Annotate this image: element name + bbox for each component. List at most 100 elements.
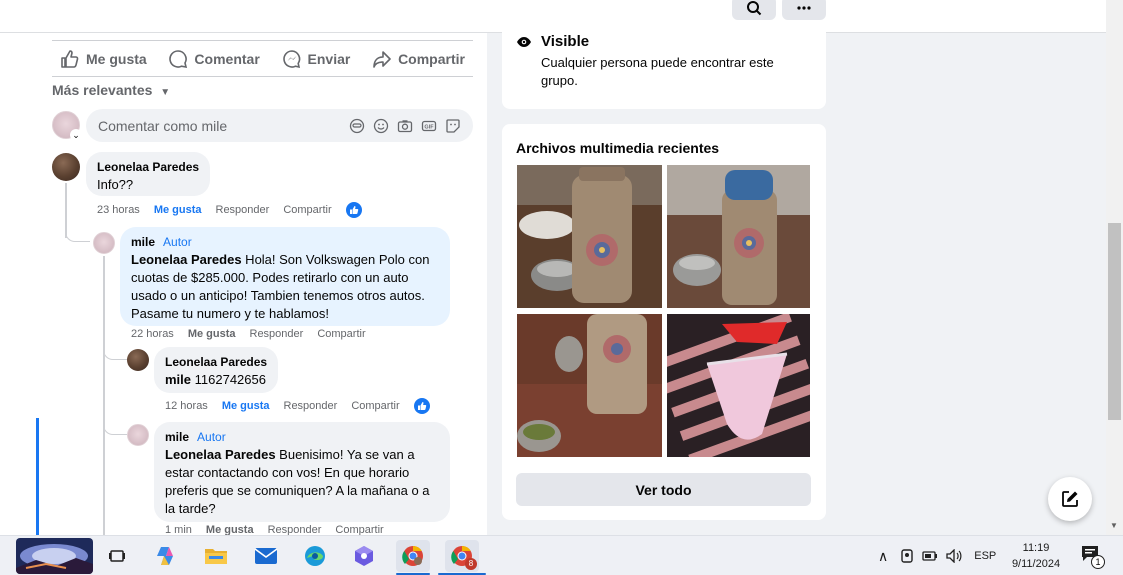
comment-author[interactable]: mile Autor bbox=[131, 233, 439, 251]
comment-share-button[interactable]: Compartir bbox=[335, 524, 383, 535]
task-view-icon[interactable] bbox=[100, 540, 134, 572]
scroll-down-arrow-icon[interactable]: ▼ bbox=[1110, 521, 1118, 530]
clock[interactable]: 11:19 9/11/2024 bbox=[1005, 540, 1067, 572]
comment-like-button[interactable]: Me gusta bbox=[206, 524, 254, 535]
like-button[interactable]: Me gusta bbox=[60, 49, 147, 69]
ellipsis-icon bbox=[797, 6, 811, 10]
copilot-icon[interactable] bbox=[150, 540, 184, 572]
comment-time[interactable]: 23 horas bbox=[97, 204, 140, 216]
comment-bubble: mile Autor Leonelaa Paredes Hola! Son Vo… bbox=[120, 227, 450, 326]
media-thumbnail[interactable] bbox=[517, 314, 662, 457]
like-reaction-icon[interactable] bbox=[413, 398, 430, 414]
camera-icon[interactable] bbox=[397, 118, 413, 134]
battery-icon[interactable] bbox=[922, 550, 938, 562]
avatar[interactable] bbox=[93, 232, 115, 254]
show-hidden-icons-icon[interactable]: ∧ bbox=[878, 548, 888, 565]
comment-author[interactable]: Leonelaa Paredes bbox=[97, 158, 199, 176]
thread-line bbox=[103, 256, 105, 535]
comment-like-button[interactable]: Me gusta bbox=[154, 204, 202, 216]
comment-share-button[interactable]: Compartir bbox=[317, 328, 365, 340]
comment-like-button[interactable]: Me gusta bbox=[188, 328, 236, 340]
volume-icon[interactable] bbox=[946, 549, 962, 563]
media-title: Archivos multimedia recientes bbox=[516, 140, 720, 156]
comment-placeholder: Comentar como mile bbox=[98, 117, 228, 134]
more-options-button[interactable] bbox=[782, 0, 826, 20]
chevron-down-icon[interactable]: ⌄ bbox=[70, 129, 82, 141]
comment-bubble: mile Autor Leonelaa Paredes Buenisimo! Y… bbox=[154, 422, 450, 522]
thread-line bbox=[65, 183, 67, 238]
media-thumbnail[interactable] bbox=[667, 165, 810, 308]
mention-link[interactable]: Leonelaa Paredes bbox=[131, 252, 242, 267]
comment-button[interactable]: Comentar bbox=[168, 49, 260, 69]
media-thumbnail[interactable] bbox=[667, 314, 810, 457]
chrome-profile-icon[interactable] bbox=[396, 540, 430, 572]
comment-share-button[interactable]: Compartir bbox=[351, 400, 399, 412]
presence-icon[interactable] bbox=[900, 548, 914, 564]
comment-reply-button[interactable]: Responder bbox=[250, 328, 304, 340]
comment-author[interactable]: mile Autor bbox=[165, 428, 439, 446]
eye-icon bbox=[517, 37, 531, 47]
comment-like-button[interactable]: Me gusta bbox=[222, 400, 270, 412]
file-explorer-icon[interactable] bbox=[199, 540, 233, 572]
language-indicator[interactable]: ESP bbox=[974, 550, 996, 562]
avatar[interactable] bbox=[52, 153, 80, 181]
share-label: Compartir bbox=[398, 50, 465, 67]
avatar-sticker-icon[interactable] bbox=[349, 118, 365, 134]
comment-label: Comentar bbox=[194, 50, 260, 67]
send-button[interactable]: Enviar bbox=[282, 49, 351, 69]
clock-time: 11:19 bbox=[1022, 542, 1050, 554]
thread-connector bbox=[65, 231, 90, 242]
avatar[interactable] bbox=[127, 349, 149, 371]
comment-sort-dropdown[interactable]: Más relevantes ▼ bbox=[52, 82, 170, 98]
comment-share-button[interactable]: Compartir bbox=[283, 204, 331, 216]
post-action-bar: Me gusta Comentar Enviar Compartir bbox=[52, 40, 473, 77]
comment-input[interactable]: Comentar como mile GIF bbox=[86, 109, 473, 142]
comment-text: Leonelaa Paredes Buenisimo! Ya se van a … bbox=[165, 447, 430, 516]
scrollbar-thumb[interactable] bbox=[1108, 223, 1121, 420]
page-scrollbar[interactable]: ▼ bbox=[1106, 0, 1123, 535]
notification-count: 1 bbox=[1091, 555, 1105, 569]
comment-reply-button[interactable]: Responder bbox=[216, 204, 270, 216]
thumbs-up-icon bbox=[61, 49, 79, 68]
avatar[interactable] bbox=[127, 424, 149, 446]
comment-reply-button[interactable]: Responder bbox=[284, 400, 338, 412]
comment-time[interactable]: 22 horas bbox=[131, 328, 174, 340]
gif-icon[interactable]: GIF bbox=[421, 118, 437, 134]
emoji-icon[interactable] bbox=[373, 118, 389, 134]
mention-link[interactable]: Leonelaa Paredes bbox=[165, 447, 276, 462]
compose-icon bbox=[1062, 491, 1078, 507]
notifications-button[interactable]: 1 bbox=[1080, 544, 1110, 570]
sort-label: Más relevantes bbox=[52, 82, 153, 98]
copilot-app-icon[interactable] bbox=[347, 540, 381, 572]
comment-author[interactable]: Leonelaa Paredes bbox=[165, 353, 267, 371]
comment-meta: 12 horas Me gusta Responder Compartir bbox=[165, 398, 430, 414]
edge-browser-icon[interactable] bbox=[298, 540, 332, 572]
recent-media-card: Archivos multimedia recientes Ver todo bbox=[502, 124, 826, 520]
search-button[interactable] bbox=[732, 0, 776, 20]
sticker-icon[interactable] bbox=[445, 118, 461, 134]
comment-text: Leonelaa Paredes Hola! Son Volkswagen Po… bbox=[131, 252, 430, 321]
like-reaction-icon[interactable] bbox=[345, 202, 362, 218]
chrome-browser-icon[interactable]: 8 bbox=[445, 540, 479, 572]
mail-icon[interactable] bbox=[249, 540, 283, 572]
comment-time[interactable]: 1 min bbox=[165, 524, 192, 535]
new-message-button[interactable] bbox=[1048, 477, 1092, 521]
windows-taskbar: 8 ∧ ESP 11:19 9/11/2024 1 bbox=[0, 535, 1123, 575]
comment-time[interactable]: 12 horas bbox=[165, 400, 208, 412]
media-thumbnail[interactable] bbox=[517, 165, 662, 308]
mention-link[interactable]: mile bbox=[165, 372, 191, 387]
caret-down-icon: ▼ bbox=[160, 87, 171, 98]
like-label: Me gusta bbox=[86, 50, 147, 67]
send-label: Enviar bbox=[307, 50, 351, 67]
system-tray: ∧ ESP bbox=[878, 536, 996, 575]
group-privacy-card: Visible Cualquier persona puede encontra… bbox=[502, 22, 826, 109]
comment-bubble: Leonelaa Paredes Info?? bbox=[86, 152, 211, 196]
see-all-button[interactable]: Ver todo bbox=[516, 473, 811, 506]
comment-meta: 23 horas Me gusta Responder Compartir bbox=[97, 202, 362, 218]
comment-bubble: Leonelaa Paredes mile 1162742656 bbox=[154, 347, 279, 393]
post-feed: Me gusta Comentar Enviar Compartir Más r… bbox=[0, 33, 487, 535]
comment-text: Info?? bbox=[97, 177, 134, 192]
comment-reply-button[interactable]: Responder bbox=[268, 524, 322, 535]
widgets-weather-icon[interactable] bbox=[16, 538, 93, 574]
share-button[interactable]: Compartir bbox=[372, 49, 465, 69]
